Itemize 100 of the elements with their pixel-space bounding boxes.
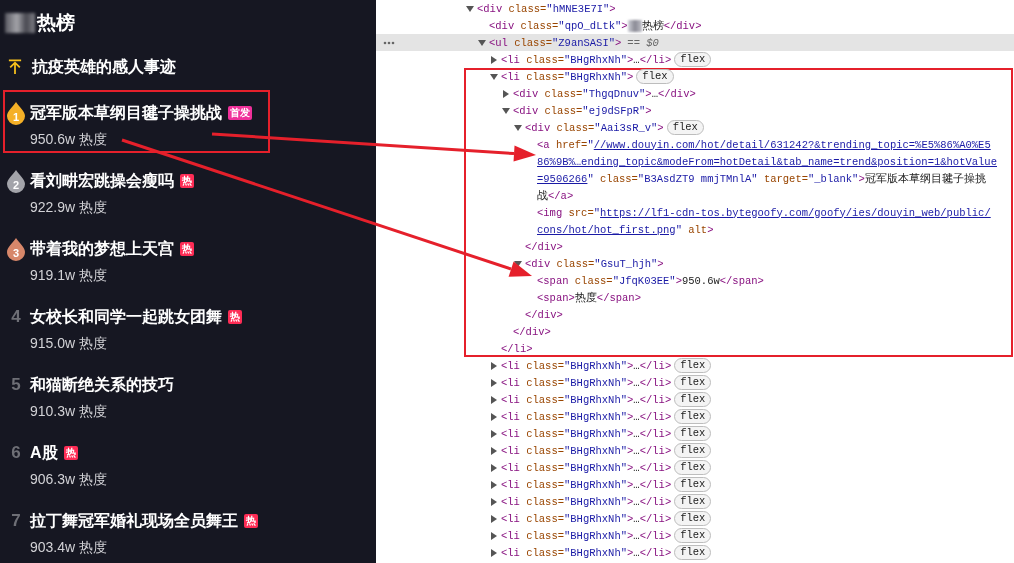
topic-title[interactable]: 带着我的梦想上天宫 (30, 237, 174, 261)
code-line: <span>热度</span> (537, 290, 641, 305)
dom-tree-row[interactable]: <div class="hMNE3E7I"> (376, 0, 1014, 17)
caret-right-icon[interactable] (490, 480, 498, 489)
code-line: <div class="hMNE3E7I"> (477, 2, 616, 15)
code-line: <li class="BHgRhxNh">…</li> (501, 546, 672, 559)
flex-badge[interactable]: flex (666, 120, 704, 135)
caret-down-icon[interactable] (502, 106, 510, 115)
caret-down-icon[interactable] (466, 4, 474, 13)
code-line: <div class="qpO_dLtk"> 热榜</div> (489, 18, 702, 33)
caret-right-icon[interactable] (490, 446, 498, 455)
code-line: <div class="ThgqDnuv">…</div> (513, 87, 696, 100)
tag-label: 热 (244, 514, 258, 528)
caret-right-icon[interactable] (490, 548, 498, 557)
flex-badge[interactable]: flex (674, 409, 712, 424)
dom-tree-row[interactable]: <li class="BHgRhxNh">…</li> flex (376, 493, 1014, 510)
code-line: <li class="BHgRhxNh">…</li> (501, 478, 672, 491)
topic-title[interactable]: A股 (30, 441, 58, 465)
flex-badge[interactable]: flex (674, 511, 712, 526)
dom-tree-row[interactable]: <a href="//www.douyin.com/hot/detail/631242?&trending_topic=%E5%86%A0%E5 (376, 136, 1014, 153)
dom-tree-row[interactable]: <span class="JfqK03EE">950.6w</span> (376, 272, 1014, 289)
dom-tree-row[interactable]: <li class="BHgRhxNh">…</li> flex (376, 391, 1014, 408)
topic-title[interactable]: 冠军版本草纲目毽子操挑战 (30, 101, 222, 125)
flex-badge[interactable]: flex (674, 443, 712, 458)
dom-tree-row[interactable]: <div class="qpO_dLtk"> 热榜</div> (376, 17, 1014, 34)
caret-down-icon[interactable] (478, 38, 486, 47)
dom-tree-row[interactable]: <img src="https://lf1-cdn-tos.bytegoofy.com/goofy/ies/douyin_web/public/ (376, 204, 1014, 221)
dom-tree-row[interactable]: <li class="BHgRhxNh">…</li> flex (376, 510, 1014, 527)
caret-right-icon[interactable] (490, 463, 498, 472)
dom-tree-row[interactable]: <li class="BHgRhxNh">…</li> flex (376, 442, 1014, 459)
caret-down-icon[interactable] (514, 123, 522, 132)
heat-count: 903.4w 热度 (30, 538, 109, 557)
rank-number: 4 (11, 306, 21, 328)
flex-badge[interactable]: flex (674, 460, 712, 475)
dom-tree-row[interactable]: <li class="BHgRhxNh">…</li> flex (376, 408, 1014, 425)
dom-tree-row[interactable]: =9506266" class="B3AsdZT9 mmjTMnlA" target="_blank">冠军版本草纲目毽子操挑 (376, 170, 1014, 187)
caret-right-icon[interactable] (490, 429, 498, 438)
tag-label: 首发 (228, 106, 252, 120)
dom-tree-row[interactable]: <div class="ThgqDnuv">…</div> (376, 85, 1014, 102)
dom-tree-row[interactable]: cons/hot/hot_first.png" alt> (376, 221, 1014, 238)
caret-right-icon[interactable] (490, 412, 498, 421)
rank-badge: 3 (6, 237, 26, 261)
code-line: <div class="ej9dSFpR"> (513, 104, 652, 117)
heat-count: 950.6w 热度 (30, 130, 109, 149)
topic-title[interactable]: 抗疫英雄的感人事迹 (32, 55, 176, 79)
caret-right-icon[interactable] (490, 55, 498, 64)
caret-right-icon[interactable] (490, 361, 498, 370)
topic-title[interactable]: 看刘畊宏跳操会瘦吗 (30, 169, 174, 193)
code-line: </div> (513, 325, 551, 338)
flex-badge[interactable]: flex (674, 392, 712, 407)
rank-badge: 1 (6, 101, 26, 125)
dom-tree-row[interactable]: <div class="ej9dSFpR"> (376, 102, 1014, 119)
panel-title: 热榜 (0, 0, 376, 50)
caret-right-icon[interactable] (490, 531, 498, 540)
caret-right-icon[interactable] (490, 497, 498, 506)
dom-tree-row[interactable]: <span>热度</span> (376, 289, 1014, 306)
heat-count: 922.9w 热度 (30, 198, 109, 217)
dom-tree-row[interactable]: <ul class="Z9anSASI"> == $0 (376, 34, 1014, 51)
flex-badge[interactable]: flex (674, 528, 712, 543)
caret-right-icon[interactable] (502, 89, 510, 98)
topic-title[interactable]: 女校长和同学一起跳女团舞 (30, 305, 222, 329)
dom-tree-row[interactable]: <li class="BHgRhxNh">…</li> flex (376, 527, 1014, 544)
dom-tree-row[interactable]: <li class="BHgRhxNh">…</li> flex (376, 51, 1014, 68)
code-line: <li class="BHgRhxNh">…</li> (501, 410, 672, 423)
heat-count: 919.1w 热度 (30, 266, 109, 285)
dom-tree-row[interactable]: <li class="BHgRhxNh">…</li> flex (376, 544, 1014, 561)
dom-tree-row[interactable]: <li class="BHgRhxNh">…</li> flex (376, 374, 1014, 391)
flex-badge[interactable]: flex (674, 375, 712, 390)
code-line: <a href="//www.douyin.com/hot/detail/631242?&trending_topic=%E5%86%A0%E5 (537, 138, 991, 151)
rank-number: 6 (11, 442, 21, 464)
dom-tree-row[interactable]: <li class="BHgRhxNh">…</li> flex (376, 425, 1014, 442)
code-line: <ul class="Z9anSASI"> (489, 36, 622, 49)
caret-right-icon[interactable] (490, 378, 498, 387)
flex-badge[interactable]: flex (636, 69, 674, 84)
caret-right-icon[interactable] (490, 514, 498, 523)
dom-tree-row[interactable]: <li class="BHgRhxNh">…</li> flex (376, 357, 1014, 374)
topic-title[interactable]: 和猫断绝关系的技巧 (30, 373, 174, 397)
arrow-to-top-icon (8, 59, 22, 75)
code-line: </div> (525, 240, 563, 253)
dom-tree-row[interactable]: <li class="BHgRhxNh"> flex (376, 68, 1014, 85)
flex-badge[interactable]: flex (674, 52, 712, 67)
code-line: 战</a> (537, 188, 574, 203)
flex-badge[interactable]: flex (674, 358, 712, 373)
dom-tree-row[interactable]: <li class="BHgRhxNh">…</li> flex (376, 459, 1014, 476)
dom-tree-row[interactable]: 86%9B%…ending_topic&modeFrom=hotDetail&tab_name=trend&position=1&hotValue (376, 153, 1014, 170)
flex-badge[interactable]: flex (674, 494, 712, 509)
flex-badge[interactable]: flex (674, 545, 712, 560)
flex-badge[interactable]: flex (674, 477, 712, 492)
code-line: </div> (525, 308, 563, 321)
dom-tree-row[interactable]: <li class="BHgRhxNh">…</li> flex (376, 476, 1014, 493)
caret-down-icon[interactable] (490, 72, 498, 81)
flex-badge[interactable]: flex (674, 426, 712, 441)
more-icon[interactable] (383, 41, 395, 45)
caret-right-icon[interactable] (490, 395, 498, 404)
code-line: <li class="BHgRhxNh"> (501, 70, 634, 83)
dom-tree-row[interactable]: 战</a> (376, 187, 1014, 204)
code-line: <li class="BHgRhxNh">…</li> (501, 444, 672, 457)
dom-tree-row[interactable]: <div class="Aai3sR_v"> flex (376, 119, 1014, 136)
heat-count: 910.3w 热度 (30, 402, 109, 421)
topic-title[interactable]: 拉丁舞冠军婚礼现场全员舞王 (30, 509, 238, 533)
